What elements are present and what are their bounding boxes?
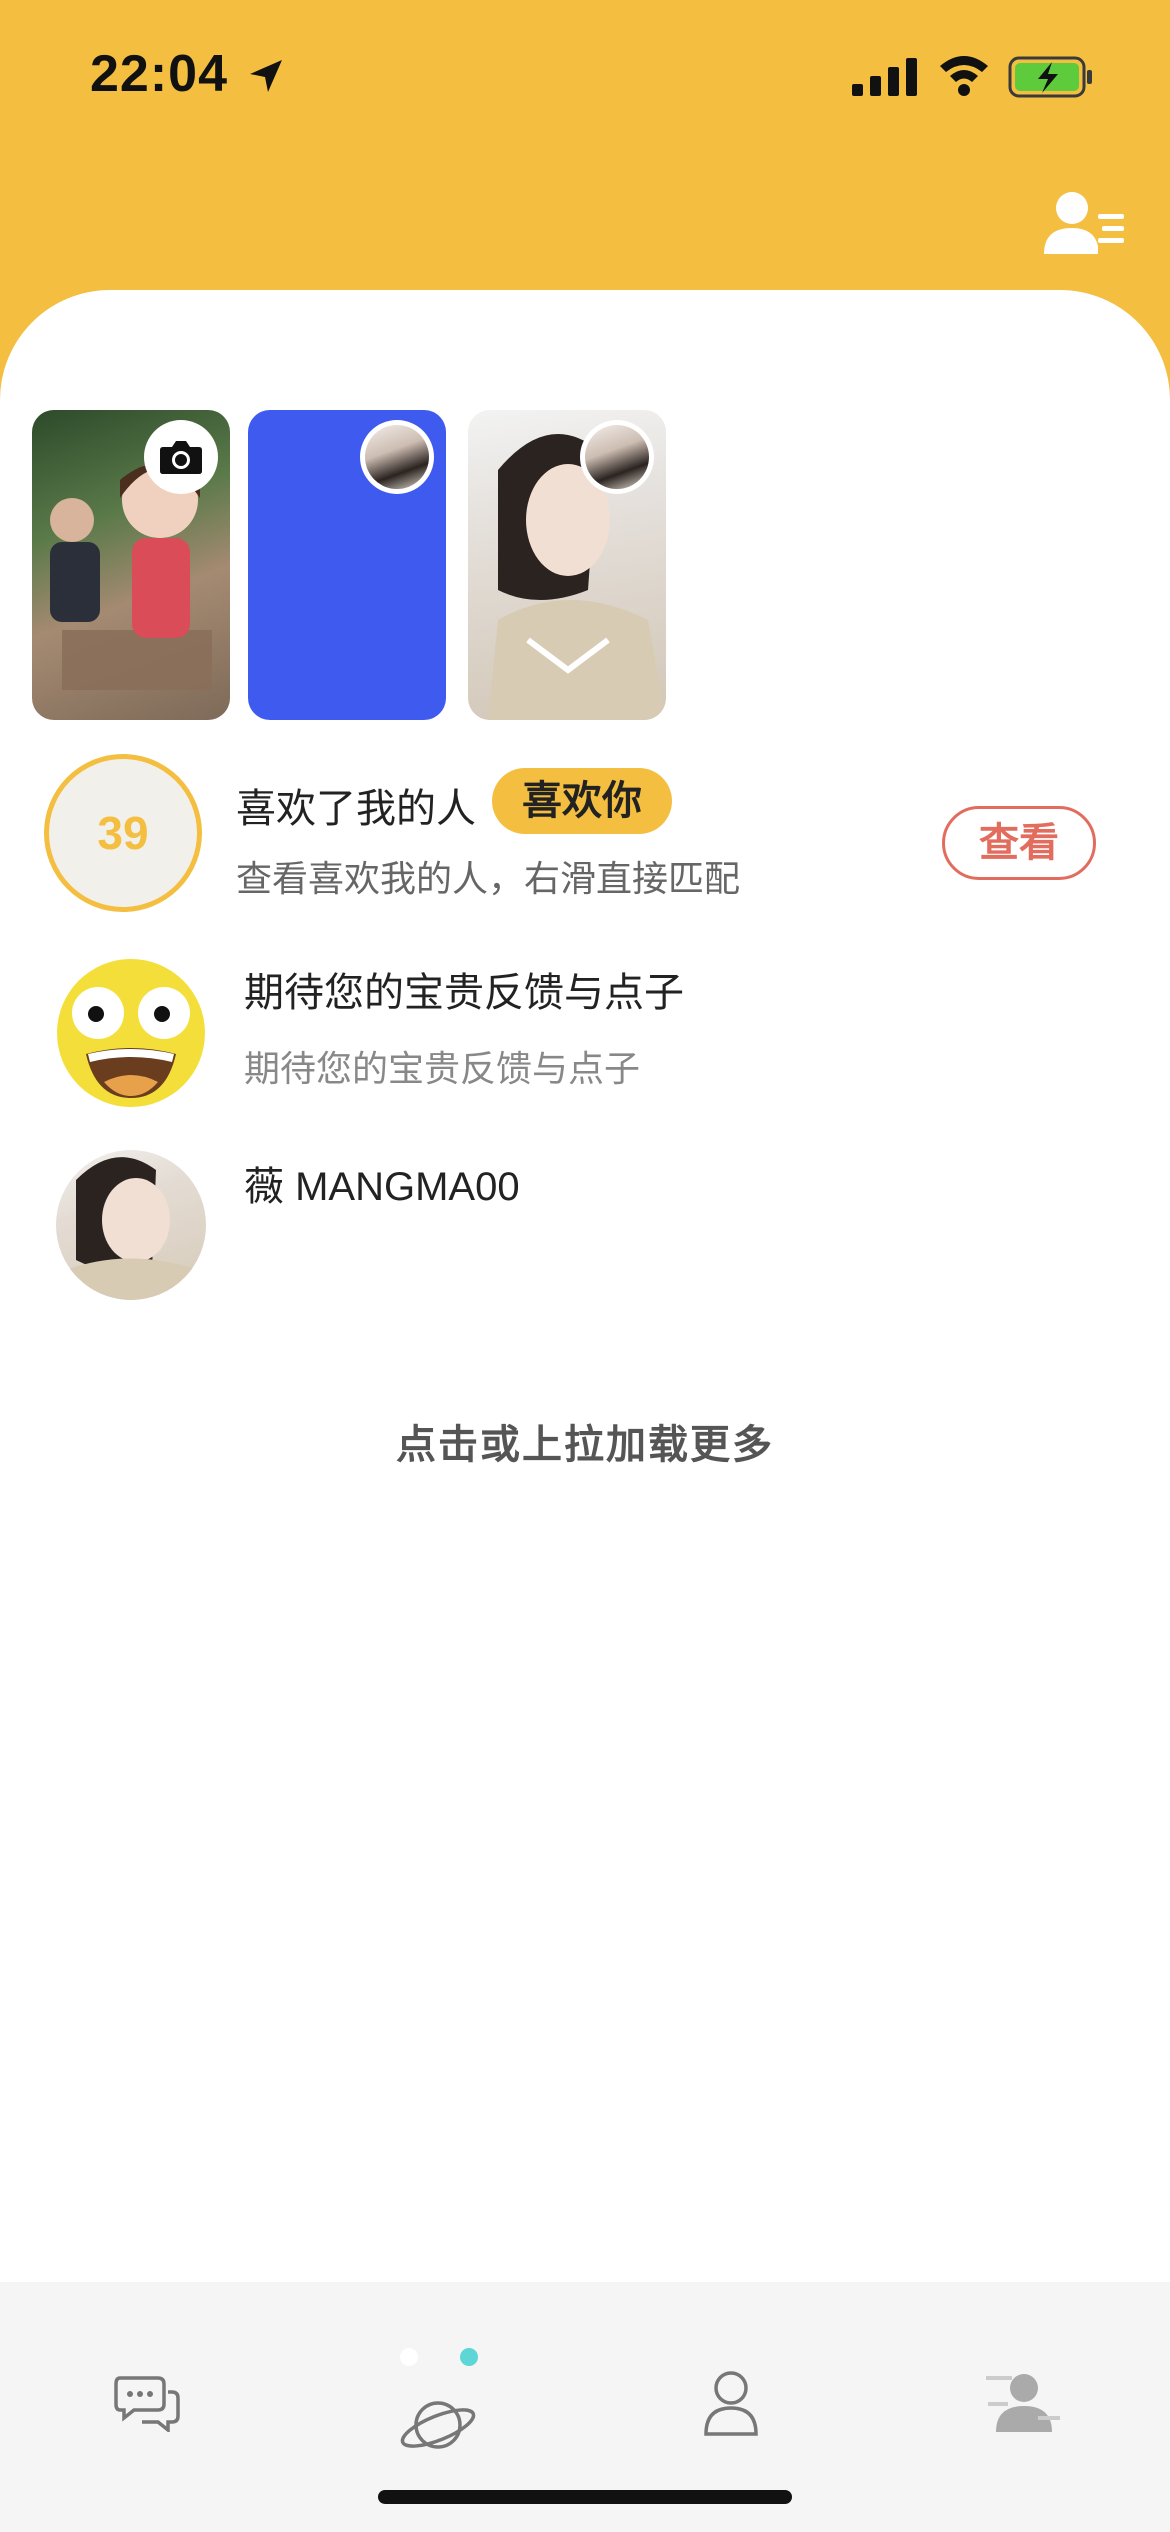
signal-icon bbox=[852, 58, 917, 96]
location-arrow-icon bbox=[250, 60, 282, 92]
contacts-list-icon[interactable] bbox=[1044, 190, 1126, 256]
likes-title: 喜欢了我的人 bbox=[236, 787, 476, 831]
story-avatar bbox=[365, 425, 429, 489]
likes-count-avatar[interactable]: 39 bbox=[44, 754, 202, 912]
user-avatar-portrait bbox=[56, 1157, 206, 1300]
camera-badge[interactable] bbox=[144, 420, 218, 494]
story-photo[interactable] bbox=[468, 410, 666, 720]
load-more-button[interactable]: 点击或上拉加载更多 bbox=[0, 1412, 1170, 1470]
status-bar: 22:04 bbox=[0, 0, 1170, 150]
feedback-subtitle: 期待您的宝贵反馈与点子 bbox=[244, 1048, 641, 1089]
page-dot-1 bbox=[400, 2348, 418, 2366]
feedback-title: 期待您的宝贵反馈与点子 bbox=[244, 971, 684, 1015]
user-avatar[interactable] bbox=[56, 1150, 206, 1300]
status-time: 22:04 bbox=[90, 45, 228, 103]
camera-icon bbox=[160, 441, 202, 474]
story-avatar-badge bbox=[580, 420, 654, 494]
story-avatar-badge bbox=[360, 420, 434, 494]
page-dot-2 bbox=[460, 2348, 478, 2366]
user-name: 薇 MANGMA00 bbox=[244, 1165, 520, 1209]
story-blue[interactable] bbox=[248, 410, 446, 720]
wifi-icon bbox=[940, 56, 988, 96]
chat-icon[interactable] bbox=[114, 2372, 180, 2432]
planet-icon[interactable] bbox=[398, 2390, 478, 2460]
like-you-tag: 喜欢你 bbox=[492, 768, 672, 834]
match-icon[interactable] bbox=[986, 2368, 1060, 2438]
story-avatar bbox=[585, 425, 649, 489]
surprised-emoji-icon[interactable] bbox=[56, 958, 206, 1108]
home-indicator bbox=[378, 2490, 792, 2504]
profile-icon[interactable] bbox=[702, 2370, 760, 2436]
battery-charging-icon bbox=[1008, 56, 1092, 98]
view-likes-button[interactable]: 查看 bbox=[942, 806, 1096, 880]
story-camera[interactable] bbox=[32, 410, 230, 720]
likes-subtitle: 查看喜欢我的人，右滑直接匹配 bbox=[236, 858, 741, 899]
